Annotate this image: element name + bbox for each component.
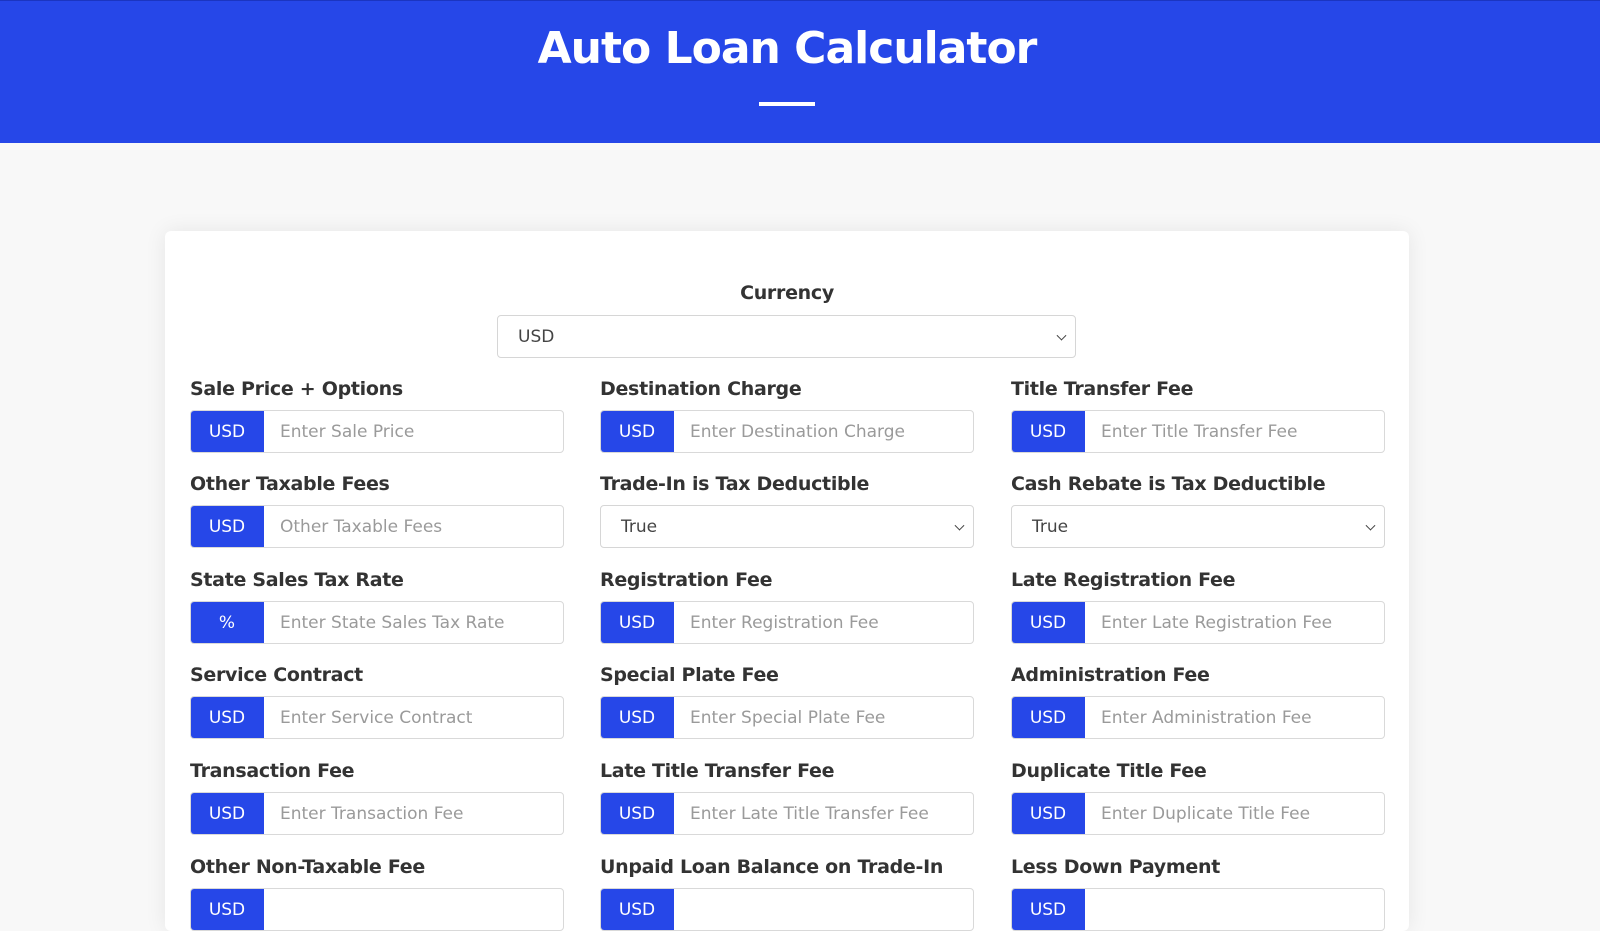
currency-addon: USD xyxy=(1012,889,1085,930)
transaction-fee-input-group: USD xyxy=(190,792,564,835)
field-duplicate-title-fee: Duplicate Title Fee USD xyxy=(1011,759,1385,835)
field-service-contract: Service Contract USD xyxy=(190,663,564,739)
field-destination-charge: Destination Charge USD xyxy=(600,377,974,453)
duplicate-title-fee-input[interactable] xyxy=(1085,793,1384,834)
late-title-transfer-fee-input-group: USD xyxy=(600,792,974,835)
currency-addon: USD xyxy=(191,793,264,834)
currency-select[interactable]: USD xyxy=(497,315,1076,358)
unpaid-loan-balance-on-trade-in-input-group: USD xyxy=(600,888,974,931)
currency-addon: USD xyxy=(1012,411,1085,452)
sale-price-options-input-group: USD xyxy=(190,410,564,453)
field-title-transfer-fee: Title Transfer Fee USD xyxy=(1011,377,1385,453)
currency-addon: USD xyxy=(601,793,674,834)
field-label: Other Taxable Fees xyxy=(190,473,390,495)
less-down-payment-input[interactable] xyxy=(1085,889,1384,930)
chevron-down-icon xyxy=(954,520,965,531)
field-label: Administration Fee xyxy=(1011,664,1210,686)
field-label: Other Non-Taxable Fee xyxy=(190,856,425,878)
state-sales-tax-rate-input-group: % xyxy=(190,601,564,644)
page-title: Auto Loan Calculator xyxy=(537,23,1038,74)
less-down-payment-input-group: USD xyxy=(1011,888,1385,931)
currency-addon: USD xyxy=(601,697,674,738)
chevron-down-icon xyxy=(1056,330,1067,341)
field-other-non-taxable-fee: Other Non-Taxable Fee USD xyxy=(190,855,564,931)
title-transfer-fee-input[interactable] xyxy=(1085,411,1384,452)
select-value: True xyxy=(1032,516,1069,537)
special-plate-fee-input-group: USD xyxy=(600,696,974,739)
trade-in-is-tax-deductible-select[interactable]: True xyxy=(600,505,974,548)
unpaid-loan-balance-on-trade-in-input[interactable] xyxy=(674,889,973,930)
administration-fee-input[interactable] xyxy=(1085,697,1384,738)
select-value: True xyxy=(621,516,658,537)
field-label: Unpaid Loan Balance on Trade-In xyxy=(600,856,944,878)
state-sales-tax-rate-input[interactable] xyxy=(264,602,563,643)
registration-fee-input-group: USD xyxy=(600,601,974,644)
field-late-title-transfer-fee: Late Title Transfer Fee USD xyxy=(600,759,974,835)
percent-addon: % xyxy=(191,602,264,643)
currency-select-value: USD xyxy=(518,326,555,347)
other-non-taxable-fee-input[interactable] xyxy=(264,889,563,930)
destination-charge-input-group: USD xyxy=(600,410,974,453)
page-header: Auto Loan Calculator xyxy=(0,0,1600,143)
field-label: Registration Fee xyxy=(600,569,773,591)
currency-addon: USD xyxy=(191,697,264,738)
field-late-registration-fee: Late Registration Fee USD xyxy=(1011,568,1385,644)
field-registration-fee: Registration Fee USD xyxy=(600,568,974,644)
field-label: Transaction Fee xyxy=(190,760,355,782)
field-label: Title Transfer Fee xyxy=(1011,378,1194,400)
currency-label: Currency xyxy=(740,282,834,304)
field-label: Cash Rebate is Tax Deductible xyxy=(1011,473,1326,495)
field-label: Duplicate Title Fee xyxy=(1011,760,1207,782)
other-non-taxable-fee-input-group: USD xyxy=(190,888,564,931)
field-trade-in-is-tax-deductible: Trade-In is Tax Deductible True xyxy=(600,472,974,548)
sale-price-options-input[interactable] xyxy=(264,411,563,452)
field-less-down-payment: Less Down Payment USD xyxy=(1011,855,1385,931)
title-transfer-fee-input-group: USD xyxy=(1011,410,1385,453)
currency-addon: USD xyxy=(601,889,674,930)
chevron-down-icon xyxy=(1365,520,1376,531)
late-registration-fee-input[interactable] xyxy=(1085,602,1384,643)
administration-fee-input-group: USD xyxy=(1011,696,1385,739)
field-administration-fee: Administration Fee USD xyxy=(1011,663,1385,739)
currency-addon: USD xyxy=(1012,793,1085,834)
late-title-transfer-fee-input[interactable] xyxy=(674,793,973,834)
field-unpaid-loan-balance-on-trade-in: Unpaid Loan Balance on Trade-In USD xyxy=(600,855,974,931)
field-label: Less Down Payment xyxy=(1011,856,1220,878)
title-underline xyxy=(759,102,815,106)
field-state-sales-tax-rate: State Sales Tax Rate% xyxy=(190,568,564,644)
currency-addon: USD xyxy=(1012,697,1085,738)
field-sale-price-options: Sale Price + Options USD xyxy=(190,377,564,453)
other-taxable-fees-input-group: USD xyxy=(190,505,564,548)
duplicate-title-fee-input-group: USD xyxy=(1011,792,1385,835)
currency-addon: USD xyxy=(191,411,264,452)
currency-addon: USD xyxy=(1012,602,1085,643)
field-label: Late Registration Fee xyxy=(1011,569,1236,591)
field-label: Special Plate Fee xyxy=(600,664,779,686)
field-label: State Sales Tax Rate xyxy=(190,569,404,591)
currency-addon: USD xyxy=(601,602,674,643)
calculator-form-card: Currency USD Sale Price + OptionsUSDDest… xyxy=(165,231,1409,931)
field-label: Sale Price + Options xyxy=(190,378,403,400)
service-contract-input-group: USD xyxy=(190,696,564,739)
currency-addon: USD xyxy=(191,889,264,930)
special-plate-fee-input[interactable] xyxy=(674,697,973,738)
currency-addon: USD xyxy=(191,506,264,547)
other-taxable-fees-input[interactable] xyxy=(264,506,563,547)
transaction-fee-input[interactable] xyxy=(264,793,563,834)
field-label: Late Title Transfer Fee xyxy=(600,760,835,782)
field-label: Destination Charge xyxy=(600,378,802,400)
service-contract-input[interactable] xyxy=(264,697,563,738)
currency-addon: USD xyxy=(601,411,674,452)
field-label: Service Contract xyxy=(190,664,363,686)
registration-fee-input[interactable] xyxy=(674,602,973,643)
field-other-taxable-fees: Other Taxable Fees USD xyxy=(190,472,564,548)
late-registration-fee-input-group: USD xyxy=(1011,601,1385,644)
field-special-plate-fee: Special Plate Fee USD xyxy=(600,663,974,739)
field-transaction-fee: Transaction Fee USD xyxy=(190,759,564,835)
field-cash-rebate-is-tax-deductible: Cash Rebate is Tax Deductible True xyxy=(1011,472,1385,548)
destination-charge-input[interactable] xyxy=(674,411,973,452)
cash-rebate-is-tax-deductible-select[interactable]: True xyxy=(1011,505,1385,548)
field-label: Trade-In is Tax Deductible xyxy=(600,473,870,495)
